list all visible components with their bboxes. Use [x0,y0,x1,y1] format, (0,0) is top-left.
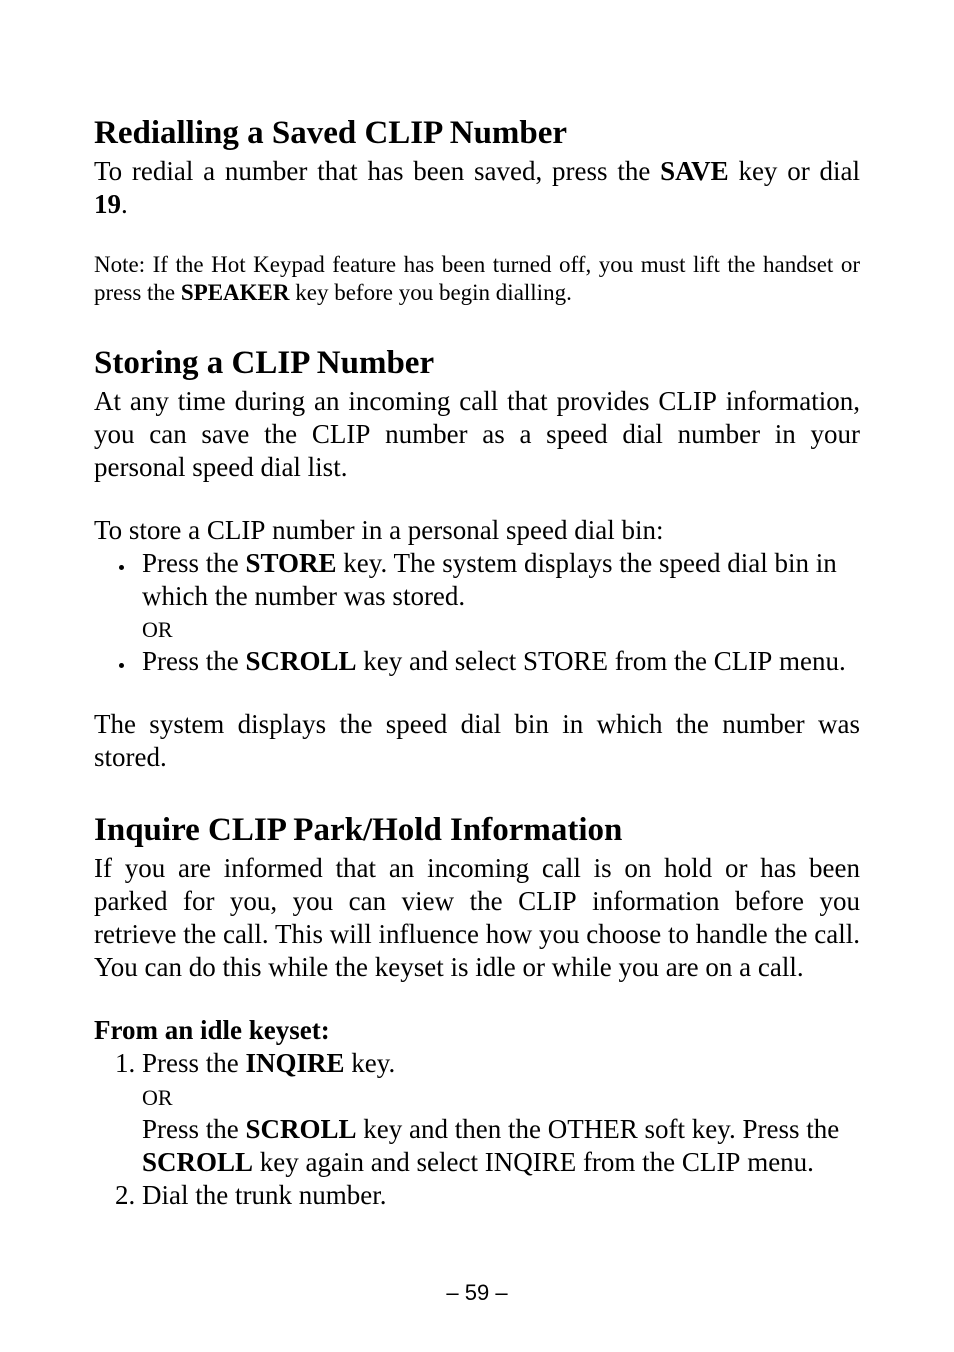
key-label-scroll: SCROLL [246,646,357,676]
list-item: Press the SCROLL key and select STORE fr… [136,645,860,678]
text: Press the [142,646,246,676]
smallcaps-clip: CLIP [518,886,577,916]
text: key before you begin dialling. [290,280,572,305]
paragraph: At any time during an incoming call that… [94,385,860,484]
bullet-list: Press the STORE key. The system displays… [94,547,860,679]
text: soft key. Press the [638,1114,839,1144]
text: To redial a number that has been saved, … [94,156,660,186]
subheading-idle-keyset: From an idle keyset: [94,1014,860,1047]
paragraph: The system displays the speed dial bin i… [94,708,860,774]
smallcaps-clip: CLIP [714,646,773,676]
text: key. [345,1048,396,1078]
smallcaps-clip: CLIP [682,1147,741,1177]
list-item: Press the STORE key. The system displays… [136,547,860,646]
text: At any time during an incoming call that… [94,386,658,416]
text: key and then the [357,1114,548,1144]
paragraph: To store a CLIP number in a personal spe… [94,514,860,547]
heading-inquire: Inquire CLIP Park/Hold Information [94,812,860,850]
text: key or dial [729,156,860,186]
key-label-scroll: SCROLL [142,1147,253,1177]
heading-storing: Storing a CLIP Number [94,345,860,383]
numbered-list: Press the INQIRE key. OR Press the SCROL… [94,1047,860,1212]
smallcaps-clip: CLIP [312,419,371,449]
text: . [121,189,128,219]
text: menu. [772,646,846,676]
note-paragraph: Note: If the Hot Keypad feature has been… [94,251,860,307]
text: Press the [142,1114,246,1144]
key-label-speaker: SPEAKER [181,280,290,305]
key-label-save: SAVE [660,156,729,186]
list-item: Press the INQIRE key. OR Press the SCROL… [142,1047,860,1179]
text: from the [576,1147,682,1177]
smallcaps-store: STORE [523,646,608,676]
paragraph: To redial a number that has been saved, … [94,155,860,221]
key-label-scroll: SCROLL [246,1114,357,1144]
text: Press the [142,1048,246,1078]
or-text: OR [142,617,173,642]
key-label-inqire: INQIRE [246,1048,345,1078]
smallcaps-clip: CLIP [658,386,717,416]
key-label-store: STORE [246,548,337,578]
text: number in a personal speed dial bin: [265,515,663,545]
dial-code: 19 [94,189,121,219]
smallcaps-clip: CLIP [207,515,266,545]
text: menu. [740,1147,814,1177]
smallcaps-inqire: INQIRE [485,1147,576,1177]
heading-redialling: Redialling a Saved CLIP Number [94,115,860,153]
text: To store a [94,515,207,545]
page-number: – 59 – [0,1280,954,1306]
smallcaps-other: OTHER [548,1114,638,1144]
or-text: OR [142,1085,173,1110]
text: Press the [142,548,246,578]
paragraph: If you are informed that an incoming cal… [94,852,860,984]
text: from the [608,646,714,676]
text: key again and select [253,1147,485,1177]
text: key and select [357,646,523,676]
document-page: Redialling a Saved CLIP Number To redial… [0,0,954,1352]
list-item: Dial the trunk number. [142,1179,860,1212]
